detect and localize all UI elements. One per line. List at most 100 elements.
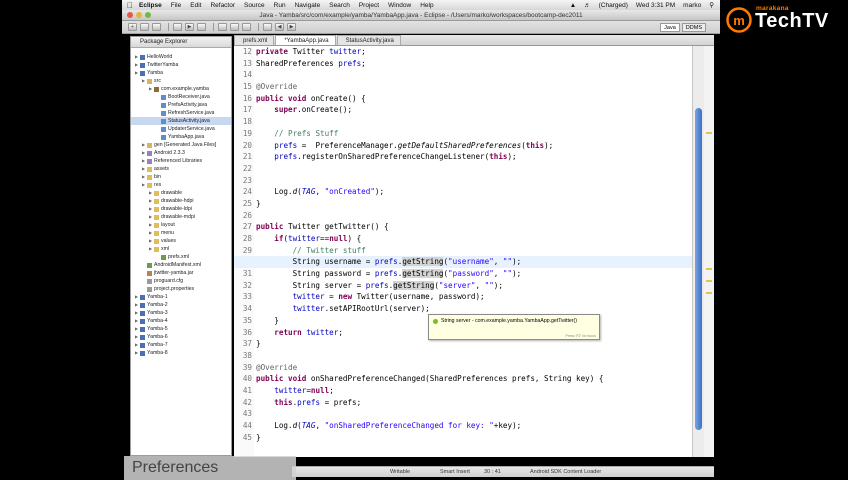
editor-tab[interactable]: StatusActivity.java	[336, 35, 401, 45]
tree-item[interactable]: ▶ Referenced Libraries	[131, 157, 231, 165]
tree-item[interactable]: ▶ Yamba-1	[131, 293, 231, 301]
tree-item[interactable]: UpdaterService.java	[131, 125, 231, 133]
code-line[interactable]: this.prefs = prefs;	[256, 397, 692, 409]
tree-item[interactable]: RefreshService.java	[131, 109, 231, 117]
code-line[interactable]: prefs.registerOnSharedPreferenceChangeLi…	[256, 151, 692, 163]
tree-item[interactable]: ▶ TwitterYamba	[131, 61, 231, 69]
back-icon[interactable]: ◀	[275, 23, 284, 31]
code-line[interactable]: Log.d(TAG, "onCreated");	[256, 186, 692, 198]
overview-marker[interactable]	[706, 268, 712, 270]
code-line[interactable]: String password = prefs.getString("passw…	[256, 268, 692, 280]
new-icon[interactable]: +	[128, 23, 137, 31]
tree-item[interactable]: ▶ drawable-mdpi	[131, 213, 231, 221]
tree-item[interactable]: StatusActivity.java	[131, 117, 231, 125]
tree-item[interactable]: project.properties	[131, 285, 231, 293]
menu-edit[interactable]: Edit	[190, 2, 201, 9]
tree-item[interactable]: AndroidManifest.xml	[131, 261, 231, 269]
overview-marker[interactable]	[706, 280, 712, 282]
menu-window[interactable]: Window	[388, 2, 411, 9]
external-tools-icon[interactable]	[197, 23, 206, 31]
tree-item[interactable]: ▶ gen [Generated Java Files]	[131, 141, 231, 149]
code-line[interactable]: }	[256, 432, 692, 444]
new-java-project-icon[interactable]	[218, 23, 227, 31]
zoom-window-button[interactable]	[145, 12, 151, 18]
menu-search[interactable]: Search	[329, 2, 350, 9]
tree-item[interactable]: proguard.cfg	[131, 277, 231, 285]
code-line[interactable]: public Twitter getTwitter() {	[256, 221, 692, 233]
run-icon[interactable]: ▶	[185, 23, 194, 31]
volume-icon[interactable]: ♬	[584, 2, 591, 9]
code-line[interactable]: super.onCreate();	[256, 104, 692, 116]
tree-item[interactable]: ▶ drawable	[131, 189, 231, 197]
code-line[interactable]: public void onSharedPreferenceChanged(Sh…	[256, 373, 692, 385]
tree-item[interactable]: ▶ HelloWorld	[131, 53, 231, 61]
user-name[interactable]: marko	[683, 2, 701, 9]
forward-icon[interactable]: ▶	[287, 23, 296, 31]
overview-marker[interactable]	[706, 132, 712, 134]
menu-run[interactable]: Run	[274, 2, 286, 9]
tree-item[interactable]: ▶ res	[131, 181, 231, 189]
print-icon[interactable]	[152, 23, 161, 31]
tree-item[interactable]: jtwitter-yamba.jar	[131, 269, 231, 277]
code-line[interactable]: }	[256, 198, 692, 210]
apple-icon[interactable]: 	[127, 1, 133, 10]
close-window-button[interactable]	[127, 12, 133, 18]
code-line[interactable]: @Override	[256, 81, 692, 93]
menu-navigate[interactable]: Navigate	[295, 2, 321, 9]
code-line[interactable]: @Override	[256, 362, 692, 374]
menu-refactor[interactable]: Refactor	[210, 2, 235, 9]
tree-item[interactable]: ▶ bin	[131, 173, 231, 181]
code-line[interactable]: String server = prefs.getString("server"…	[256, 280, 692, 292]
tree-item[interactable]: ▶ Yamba-8	[131, 349, 231, 357]
tree-item[interactable]: ▶ assets	[131, 165, 231, 173]
code-line[interactable]: // Prefs Stuff	[256, 128, 692, 140]
tree-item[interactable]: ▶ xml	[131, 245, 231, 253]
editor-tab[interactable]: prefs.xml	[234, 35, 275, 45]
tree-item[interactable]: ▶ Yamba-6	[131, 333, 231, 341]
tree-item[interactable]: YambaApp.java	[131, 133, 231, 141]
editor-vertical-scrollbar[interactable]	[692, 46, 704, 457]
search-icon[interactable]	[263, 23, 272, 31]
package-explorer-tab[interactable]: Package Explorer	[131, 37, 231, 48]
menu-file[interactable]: File	[171, 2, 181, 9]
code-line[interactable]	[256, 350, 692, 362]
battery-status[interactable]: (Charged)	[599, 2, 628, 9]
overview-marker[interactable]	[706, 292, 712, 294]
code-line[interactable]: public void onCreate() {	[256, 93, 692, 105]
code-line[interactable]	[256, 210, 692, 222]
tree-item[interactable]: prefs.xml	[131, 253, 231, 261]
menu-help[interactable]: Help	[420, 2, 433, 9]
tree-item[interactable]: ▶ Yamba-3	[131, 309, 231, 317]
code-line[interactable]: String username = prefs.getString("usern…	[234, 256, 692, 269]
tree-item[interactable]: ▶ drawable-ldpi	[131, 205, 231, 213]
save-icon[interactable]	[140, 23, 149, 31]
code-line[interactable]: Log.d(TAG, "onSharedPreferenceChanged fo…	[256, 420, 692, 432]
code-line[interactable]	[256, 408, 692, 420]
tree-item[interactable]: ▶ Yamba	[131, 69, 231, 77]
tree-item[interactable]: ▶ values	[131, 237, 231, 245]
tree-item[interactable]: ▶ drawable-hdpi	[131, 197, 231, 205]
code-line[interactable]	[256, 69, 692, 81]
debug-icon[interactable]	[173, 23, 182, 31]
code-line[interactable]: twitter=null;	[256, 385, 692, 397]
tree-item[interactable]: PrefsActivity.java	[131, 101, 231, 109]
tree-item[interactable]: ▶ com.example.yamba	[131, 85, 231, 93]
menu-app-name[interactable]: Eclipse	[139, 2, 162, 9]
tree-item[interactable]: ▶ Android 2.3.3	[131, 149, 231, 157]
scrollbar-thumb[interactable]	[695, 108, 702, 430]
wifi-icon[interactable]: ▲	[570, 2, 576, 9]
code-line[interactable]: twitter = new Twitter(username, password…	[256, 291, 692, 303]
tree-item[interactable]: ▶ layout	[131, 221, 231, 229]
code-line[interactable]: private Twitter twitter;	[256, 46, 692, 58]
editor-tab[interactable]: *YambaApp.java	[275, 35, 336, 45]
code-lines[interactable]: private Twitter twitter; SharedPreference…	[234, 46, 692, 444]
minimize-window-button[interactable]	[136, 12, 142, 18]
perspective-ddms[interactable]: DDMS	[681, 22, 706, 32]
code-line[interactable]: if(twitter==null) {	[256, 233, 692, 245]
spotlight-icon[interactable]: ⚲	[709, 1, 714, 9]
perspective-java[interactable]: Java	[660, 22, 680, 32]
code-line[interactable]	[256, 175, 692, 187]
code-line[interactable]: SharedPreferences prefs;	[256, 58, 692, 70]
code-line[interactable]: prefs = PreferenceManager.getDefaultShar…	[256, 140, 692, 152]
new-package-icon[interactable]	[230, 23, 239, 31]
